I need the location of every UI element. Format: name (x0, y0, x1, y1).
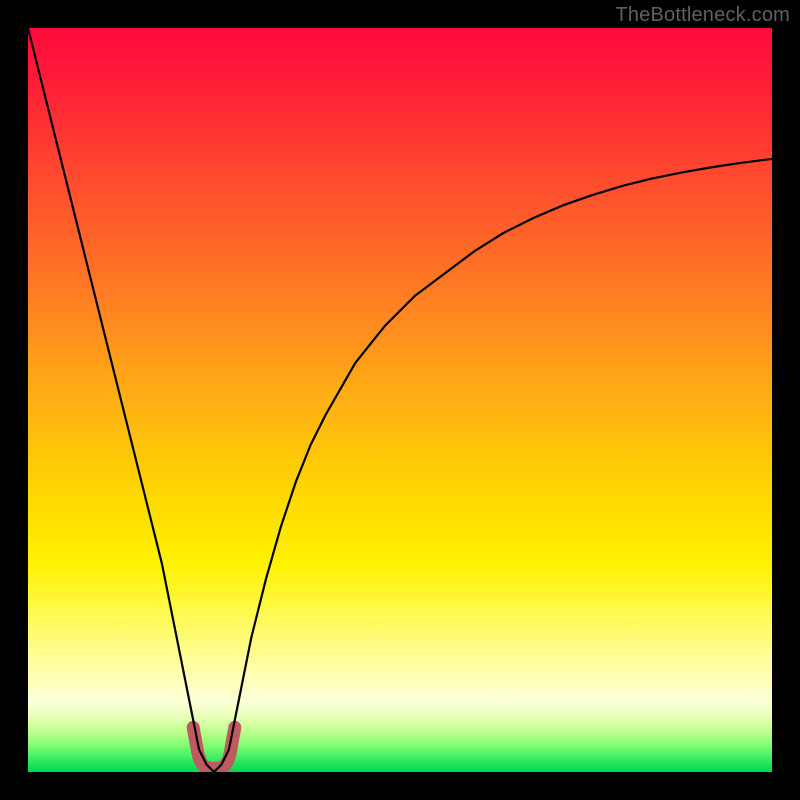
bottleneck-chart (28, 28, 772, 772)
chart-frame (28, 28, 772, 772)
watermark-text: TheBottleneck.com (615, 4, 790, 27)
gradient-background (28, 28, 772, 772)
